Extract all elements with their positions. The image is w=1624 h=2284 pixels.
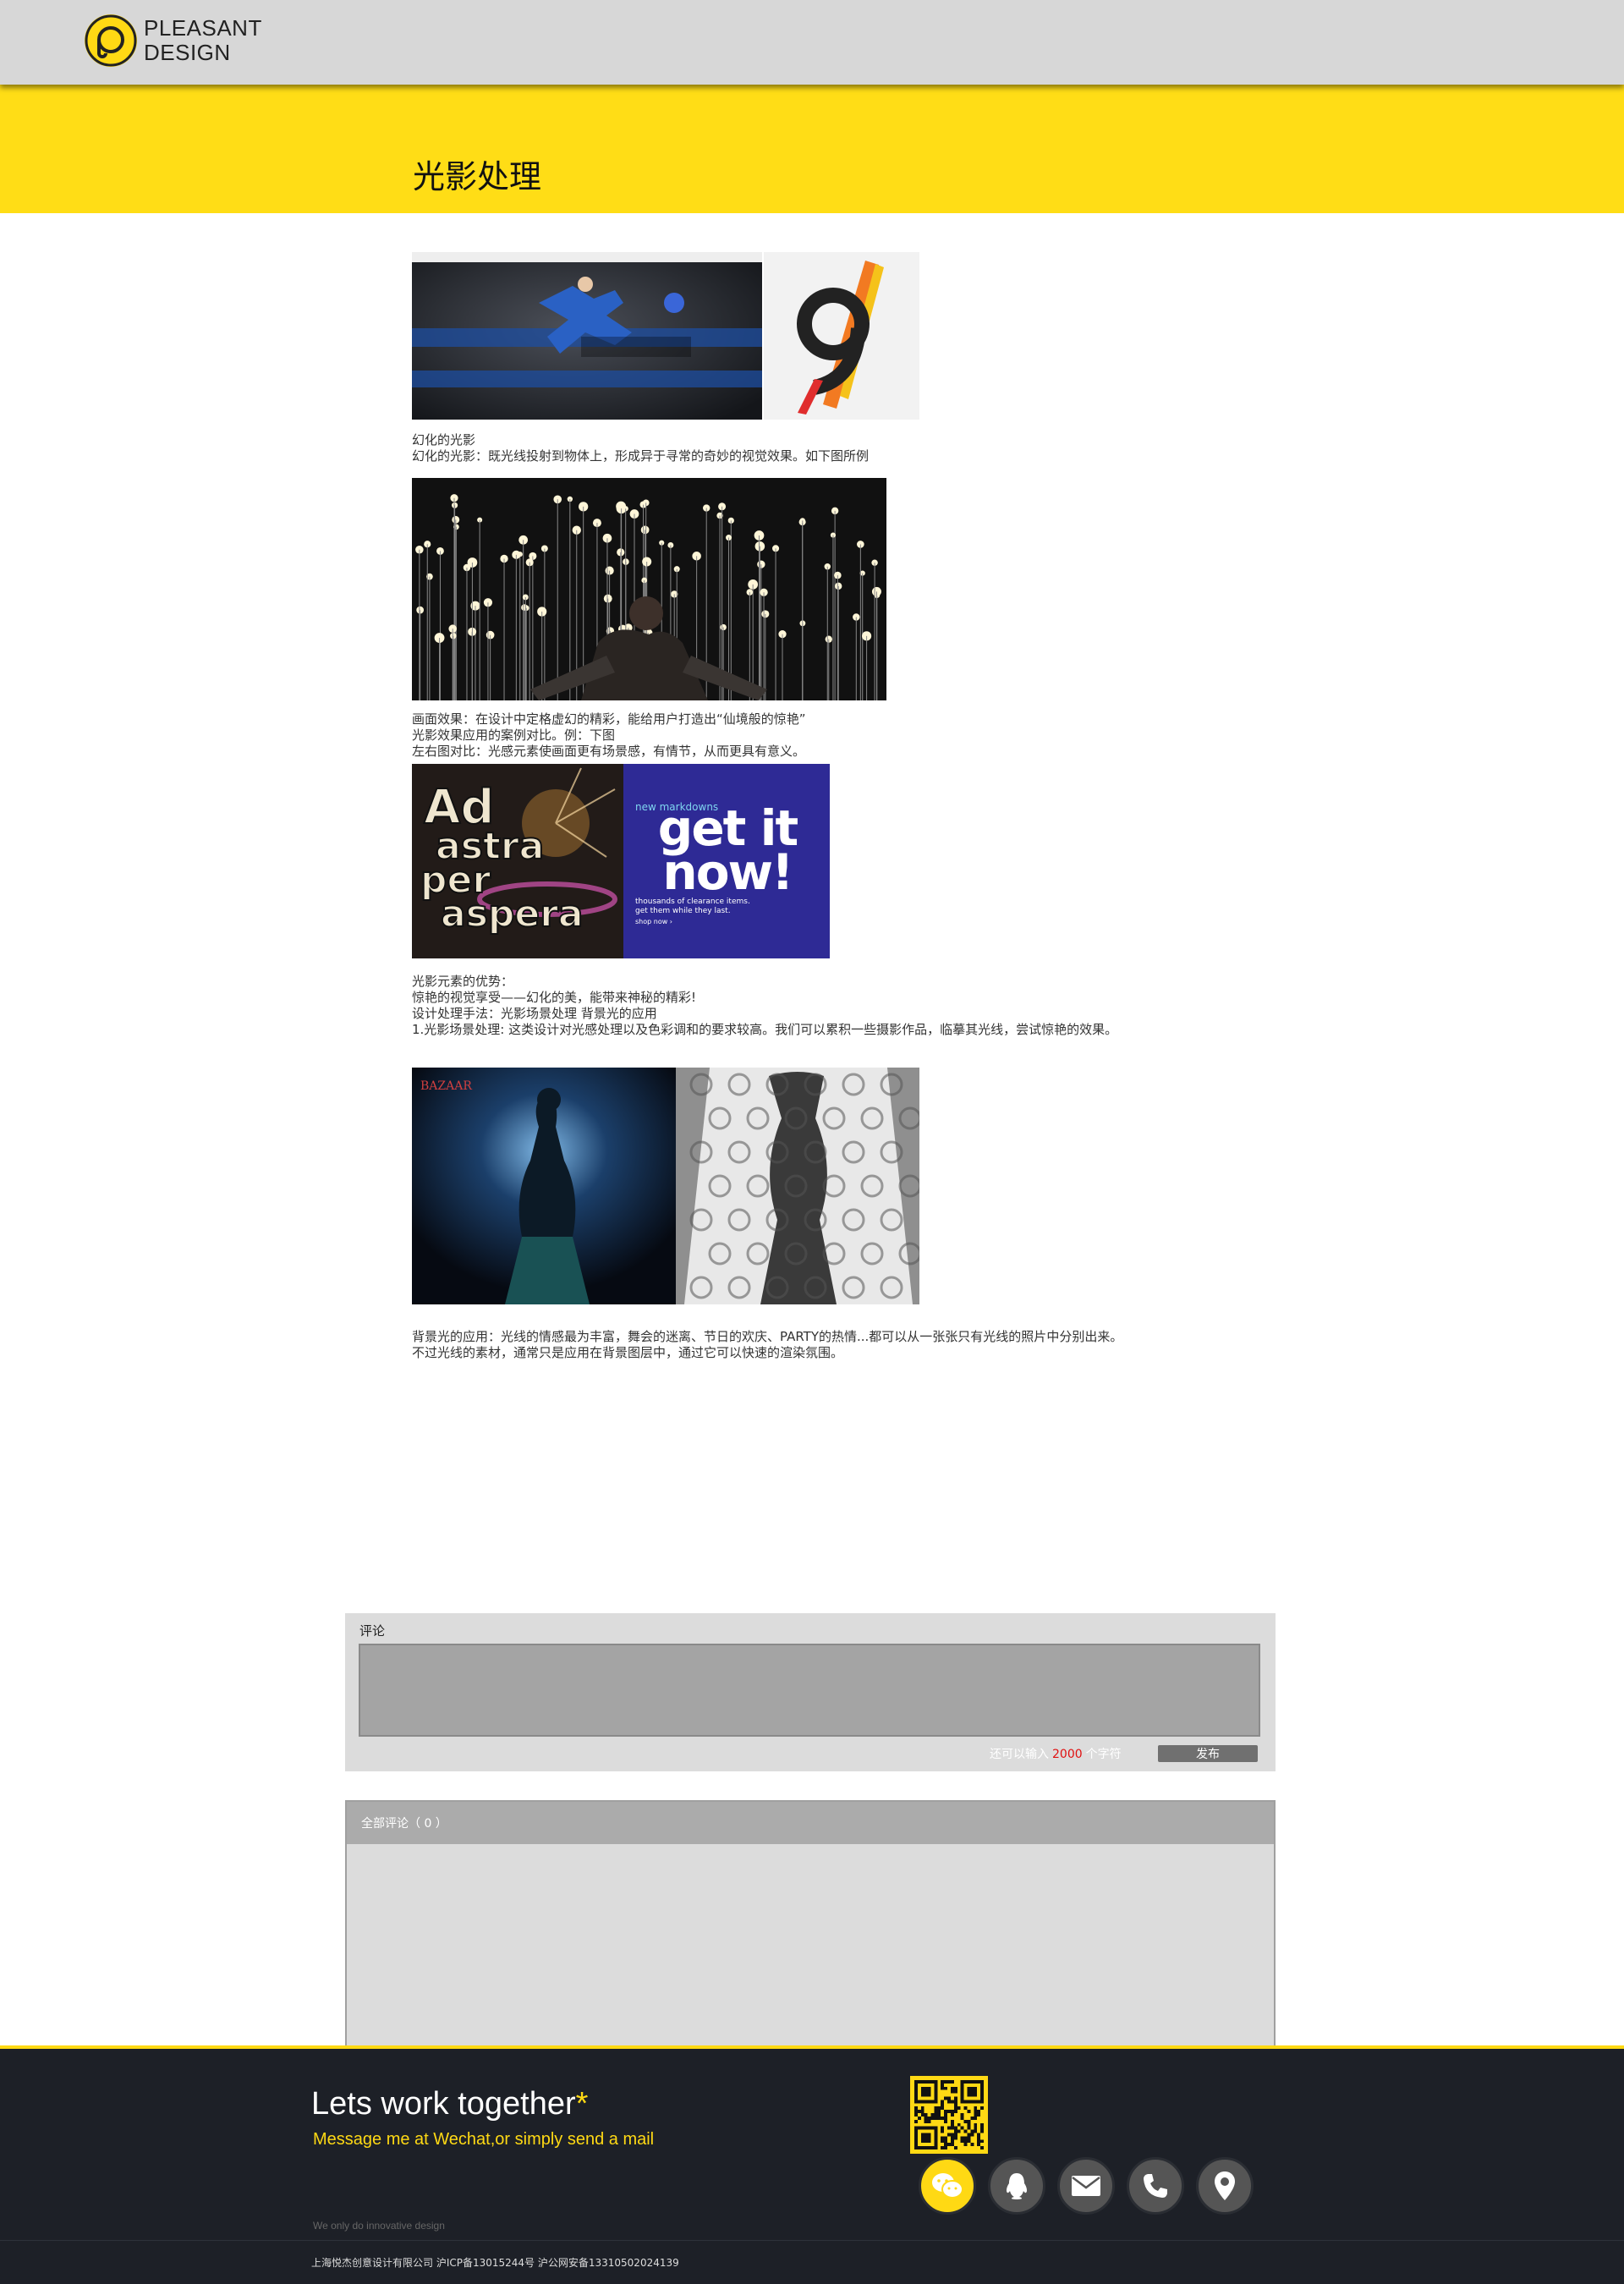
article-paragraph: 左右图对比：光感元素使画面更有场景感，有情节，从而更具有意义。 <box>412 744 806 759</box>
ad-sub-2: get them while they last. <box>635 907 731 915</box>
get-it-now-image: new markdowns get it now! thousands of c… <box>623 764 830 958</box>
counter-value: 2000 <box>1052 1748 1083 1761</box>
phone-icon[interactable] <box>1127 2157 1184 2215</box>
article-paragraph: 不过光线的素材，通常只是应用在背景图层中，通过它可以快速的渲染氛围。 <box>412 1345 844 1360</box>
site-header: PLEASANT DESIGN <box>0 0 1624 85</box>
article-paragraph: 光影元素的优势： <box>412 974 514 989</box>
ad-sub-1: thousands of clearance items. <box>635 898 750 906</box>
wechat-qr-code <box>910 2076 988 2154</box>
page-title: 光影处理 <box>413 158 542 195</box>
light-field-image <box>412 478 886 700</box>
location-icon[interactable] <box>1196 2157 1254 2215</box>
footer-headline-text: Lets work together <box>311 2086 576 2122</box>
bazaar-woman-image: BAZAAR <box>412 1068 676 1304</box>
article-paragraph: 背景光的应用：光线的情感最为丰富，舞会的迷离、节日的欢庆、PARTY的热情...… <box>412 1329 1123 1344</box>
site-footer: Lets work together* Message me at Wechat… <box>0 2045 1624 2284</box>
comments-header: 全部评论（ 0 ） <box>347 1802 1274 1844</box>
article-paragraph: 设计处理手法：光影场景处理 背景光的应用 <box>412 1006 657 1021</box>
bazaar-logo-text: BAZAAR <box>420 1079 472 1093</box>
footer-slogan: We only do innovative design <box>313 2220 445 2232</box>
publish-button[interactable]: 发布 <box>1158 1745 1258 1762</box>
number-nine-image <box>764 252 919 420</box>
logo-line-2: DESIGN <box>144 40 231 65</box>
site-logo[interactable]: PLEASANT DESIGN <box>85 14 262 67</box>
article-paragraph: 惊艳的视觉享受——幻化的美，能带来神秘的精彩! <box>412 990 697 1005</box>
article-paragraph: 光影效果应用的案例对比。例：下图 <box>412 727 616 743</box>
footer-headline-star: * <box>575 2086 589 2122</box>
article-paragraph: 幻化的光影 <box>412 432 476 447</box>
footer-headline: Lets work together* <box>311 2086 588 2122</box>
char-counter: 还可以输入 2000 个字符 <box>990 1745 1122 1762</box>
mail-icon[interactable] <box>1057 2157 1115 2215</box>
footer-subline: Message me at Wechat,or simply send a ma… <box>313 2130 655 2149</box>
logo-text: PLEASANT DESIGN <box>144 16 262 65</box>
wechat-icon[interactable] <box>919 2157 976 2215</box>
comment-label: 评论 <box>359 1623 386 1639</box>
ad-headline: get it now! <box>657 799 798 901</box>
article-paragraph: 1.光影场景处理: 这类设计对光感处理以及色彩调和的要求较高。我们可以累积一些摄… <box>412 1022 1118 1037</box>
svg-text:aspera: aspera <box>441 892 584 936</box>
logo-line-1: PLEASANT <box>144 15 262 41</box>
logo-mark-icon <box>85 14 137 67</box>
title-band: 光影处理 <box>0 85 1624 213</box>
soccer-banner-image <box>412 252 762 420</box>
comment-form: 评论 还可以输入 2000 个字符 发布 <box>345 1613 1276 1771</box>
lace-woman-image <box>676 1068 919 1304</box>
footer-divider <box>0 2240 1624 2241</box>
footer-copyright: 上海悦杰创意设计有限公司 沪ICP备13015244号 沪公网安备1331050… <box>311 2257 679 2269</box>
qq-icon[interactable] <box>988 2157 1045 2215</box>
comments-list: 全部评论（ 0 ） <box>345 1800 1276 2045</box>
article-paragraph: 画面效果：在设计中定格虚幻的精彩，能给用户打造出“仙境般的惊艳” <box>412 711 806 727</box>
counter-suffix: 个字符 <box>1085 1748 1122 1761</box>
article-paragraph: 幻化的光影：既光线投射到物体上，形成异于寻常的奇妙的视觉效果。如下图所例 <box>412 448 870 464</box>
ad-cta: shop now › <box>635 918 673 925</box>
ad-astra-poster-image: Ad astra per aspera <box>412 764 623 958</box>
comment-textarea[interactable] <box>359 1644 1260 1737</box>
counter-prefix: 还可以输入 <box>990 1748 1049 1761</box>
